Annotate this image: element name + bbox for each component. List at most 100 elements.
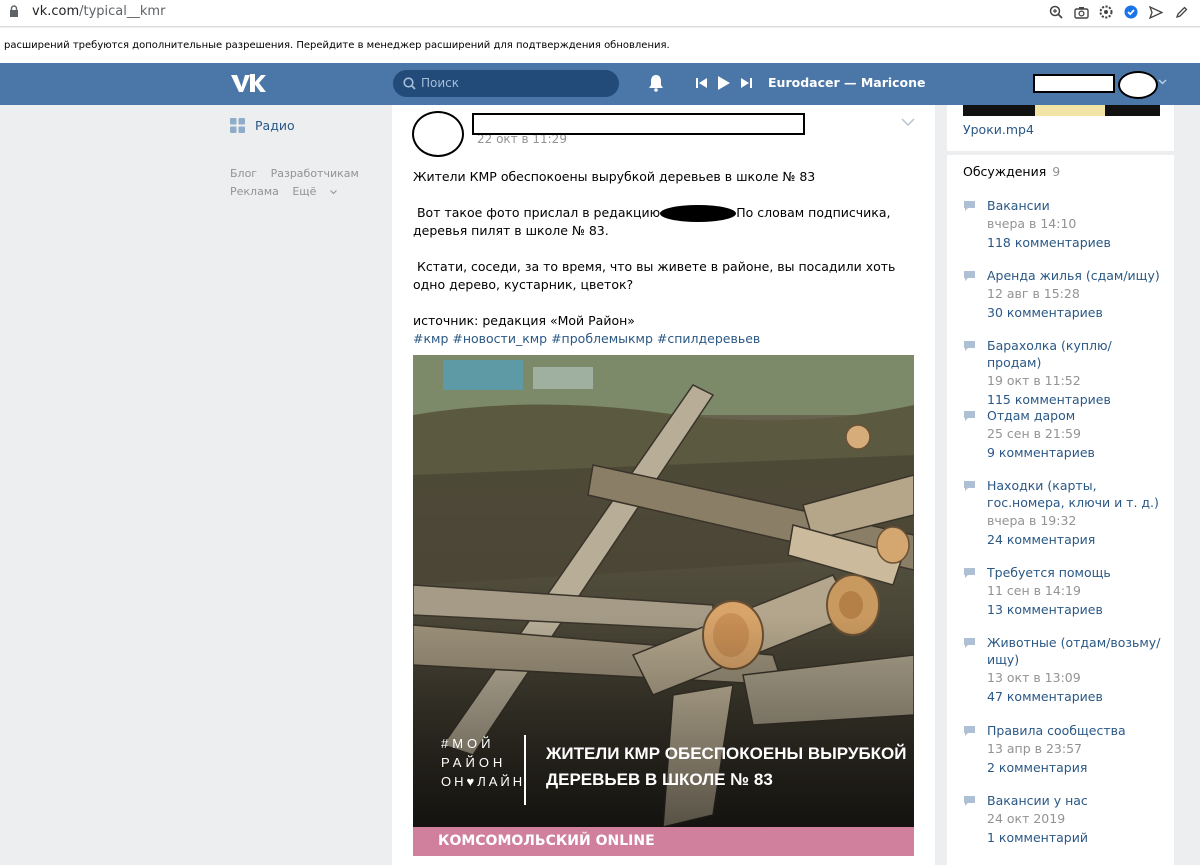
topic-time: 24 окт 2019	[987, 811, 1066, 826]
grid-icon	[230, 117, 245, 133]
discussion-topic[interactable]: Аренда жилья (сдам/ищу) 12 авг в 15:28 3…	[963, 267, 1163, 323]
comment-icon	[964, 726, 975, 736]
post-hashtags[interactable]: #кмр #новости_кмр #проблемыкмр #спилдере…	[413, 330, 918, 348]
now-playing-track[interactable]: Eurodacer — Maricone	[768, 75, 926, 90]
nav-item-radio[interactable]: Радио	[230, 117, 380, 133]
next-track-icon[interactable]	[741, 77, 752, 89]
image-logo-line-2: РАЙОН	[441, 755, 506, 770]
post-title: Жители КМР обеспокоены вырубкой деревьев…	[413, 169, 816, 184]
comment-icon	[964, 201, 975, 211]
topic-time: 25 сен в 21:59	[987, 426, 1081, 441]
discussion-topic[interactable]: Барахолка (куплю/продам) 19 окт в 11:52 …	[963, 337, 1163, 410]
topic-title[interactable]: Правила сообщества	[987, 722, 1163, 739]
topic-title[interactable]: Животные (отдам/возьму/ищу)	[987, 634, 1163, 668]
comment-icon	[964, 341, 975, 351]
shield-extension-icon[interactable]	[1122, 3, 1140, 21]
image-logo-line-3: ОН♥ЛАЙН	[441, 774, 525, 789]
browser-address-bar: vk.com/typical__kmr	[0, 0, 1200, 27]
topic-time: 12 авг в 15:28	[987, 286, 1080, 301]
image-logo-line-1: #МОЙ	[441, 736, 495, 751]
comment-icon	[964, 796, 975, 806]
footer-links: Блог Разработчикам Реклама Ещё	[230, 165, 380, 201]
topic-comment-count[interactable]: 2 комментария	[987, 758, 1163, 778]
chevron-down-icon	[330, 190, 337, 195]
footer-more-label: Ещё	[292, 185, 317, 198]
discussion-topic[interactable]: Правила сообщества 13 апр в 23:57 2 комм…	[963, 722, 1163, 778]
topic-title[interactable]: Находки (карты, гос.номера, ключи и т. д…	[987, 477, 1163, 511]
discussion-topic[interactable]: Животные (отдам/возьму/ищу) 13 окт в 13:…	[963, 634, 1163, 707]
topic-comment-count[interactable]: 24 комментария	[987, 530, 1163, 550]
topic-title[interactable]: Барахолка (куплю/продам)	[987, 337, 1163, 371]
post-text: Жители КМР обеспокоены вырубкой деревьев…	[413, 168, 918, 348]
video-title[interactable]: Уроки.mp4	[963, 122, 1034, 137]
topic-comment-count[interactable]: 13 комментариев	[987, 600, 1163, 620]
video-card[interactable]: Уроки.mp4	[947, 105, 1174, 151]
discussion-topic[interactable]: Находки (карты, гос.номера, ключи и т. д…	[963, 477, 1163, 550]
topic-time: 13 апр в 23:57	[987, 741, 1082, 756]
comment-icon	[964, 568, 975, 578]
play-icon[interactable]	[717, 75, 731, 91]
topic-title[interactable]: Вакансии	[987, 197, 1163, 214]
vk-logo-icon[interactable]	[230, 72, 266, 94]
felled-trees-photo: #МОЙ РАЙОН ОН♥ЛАЙН ЖИТЕЛИ КМР ОБЕСПОКОЕН…	[413, 355, 914, 827]
previous-track-icon[interactable]	[696, 77, 707, 89]
topic-time: 11 сен в 14:19	[987, 583, 1081, 598]
url-field[interactable]: vk.com/typical__kmr	[32, 4, 165, 19]
settings-icon[interactable]	[1097, 3, 1115, 21]
discussions-count: 9	[1052, 164, 1061, 179]
comment-icon	[964, 638, 975, 648]
photo-caption-band: КОМСОМОЛЬСКИЙ ONLINE	[413, 827, 914, 856]
post-paragraph-1: Вот такое фото прислал в редакцию По слов…	[413, 204, 918, 240]
pencil-icon[interactable]	[1172, 3, 1190, 21]
extension-permission-notice: расширений требуются дополнительные разр…	[0, 28, 1200, 63]
video-thumbnail[interactable]	[963, 105, 1160, 116]
footer-link-blog[interactable]: Блог	[230, 167, 257, 180]
topic-time: 19 окт в 11:52	[987, 373, 1081, 388]
discussions-header[interactable]: Обсуждения 9	[963, 164, 1060, 179]
comment-icon	[964, 271, 975, 281]
search-placeholder: Поиск	[421, 76, 460, 90]
topic-title[interactable]: Аренда жилья (сдам/ищу)	[987, 267, 1163, 284]
topic-title[interactable]: Требуется помощь	[987, 564, 1163, 581]
image-headline-1: ЖИТЕЛИ КМР ОБЕСПОКОЕНЫ ВЫРУБКОЙ	[545, 744, 907, 763]
footer-link-ads[interactable]: Реклама	[230, 185, 279, 198]
comment-icon	[964, 481, 975, 491]
topic-time: вчера в 19:32	[987, 513, 1077, 528]
send-icon[interactable]	[1147, 3, 1165, 21]
discussion-topic[interactable]: Вакансии у нас 24 окт 2019 1 комментарий	[963, 792, 1163, 848]
topic-time: вчера в 14:10	[987, 216, 1077, 231]
topic-comment-count[interactable]: 47 комментариев	[987, 687, 1163, 707]
redacted-author-name	[472, 113, 805, 135]
post-options-chevron-icon[interactable]	[901, 118, 915, 126]
post-paragraph-2-text: Кстати, соседи, за то время, что вы живе…	[413, 259, 896, 292]
right-column: Уроки.mp4 Обсуждения 9 Вакансии вчера в 1…	[947, 105, 1174, 865]
topic-comment-count[interactable]: 118 комментариев	[987, 233, 1163, 253]
zoom-icon[interactable]	[1047, 3, 1065, 21]
bell-icon[interactable]	[648, 74, 664, 92]
post-photo[interactable]: #МОЙ РАЙОН ОН♥ЛАЙН ЖИТЕЛИ КМР ОБЕСПОКОЕН…	[413, 355, 914, 827]
discussions-label: Обсуждения	[963, 164, 1047, 179]
wall-post: 22 окт в 11:29 Жители КМР обеспокоены вы…	[392, 105, 935, 865]
camera-icon[interactable]	[1072, 3, 1090, 21]
vk-header: Поиск Eurodacer — Maricone	[0, 63, 1200, 105]
search-input[interactable]: Поиск	[393, 70, 619, 97]
redacted-avatar[interactable]	[1118, 71, 1158, 99]
chevron-down-icon[interactable]	[1158, 79, 1167, 85]
search-icon	[403, 77, 416, 90]
topic-comment-count[interactable]: 1 комментарий	[987, 828, 1163, 848]
topic-comment-count[interactable]: 9 комментариев	[987, 443, 1163, 463]
discussion-topic[interactable]: Отдам даром 25 сен в 21:59 9 комментарие…	[963, 407, 1163, 463]
discussion-topic[interactable]: Требуется помощь 11 сен в 14:19 13 комме…	[963, 564, 1163, 620]
post-paragraph-1-start: Вот такое фото прислал в редакцию	[416, 205, 661, 220]
redacted-post-avatar[interactable]	[412, 111, 464, 157]
left-navigation: Радио Блог Разработчикам Реклама Ещё	[230, 117, 380, 201]
footer-link-developers[interactable]: Разработчикам	[271, 167, 359, 180]
topic-comment-count[interactable]: 30 комментариев	[987, 303, 1163, 323]
topic-title[interactable]: Отдам даром	[987, 407, 1163, 424]
comment-icon	[964, 411, 975, 421]
lock-icon	[10, 5, 18, 17]
post-source: источник: редакция «Мой Район»	[413, 313, 635, 328]
footer-link-more[interactable]: Ещё	[292, 185, 337, 198]
discussion-topic[interactable]: Вакансии вчера в 14:10 118 комментариев	[963, 197, 1163, 253]
topic-title[interactable]: Вакансии у нас	[987, 792, 1163, 809]
